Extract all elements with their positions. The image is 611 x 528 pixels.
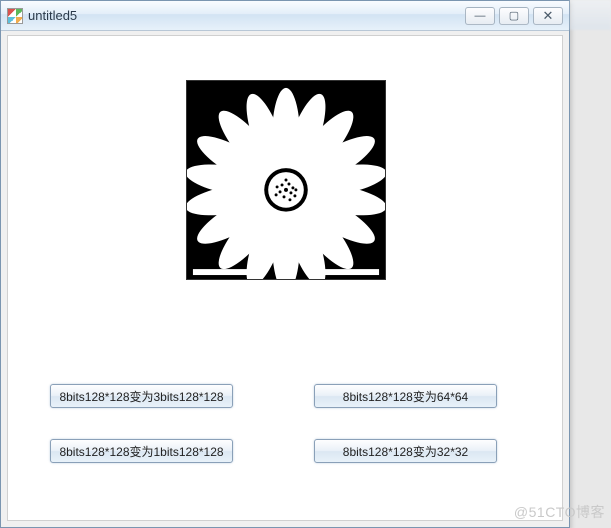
button-8bits-to-1bits[interactable]: 8bits128*128变为1bits128*128 bbox=[50, 439, 233, 463]
matlab-icon bbox=[7, 8, 23, 24]
window-title: untitled5 bbox=[28, 8, 465, 23]
figure-window: untitled5 — ▢ ✕ bbox=[0, 0, 570, 528]
client-area: 8bits128*128变为3bits128*128 8bits128*128变… bbox=[7, 35, 563, 521]
button-8bits-to-64x64[interactable]: 8bits128*128变为64*64 bbox=[314, 384, 497, 408]
watermark-text: @51CTO博客 bbox=[514, 502, 605, 522]
background-blur bbox=[570, 0, 611, 30]
window-controls: — ▢ ✕ bbox=[465, 7, 563, 25]
button-8bits-to-32x32[interactable]: 8bits128*128变为32*32 bbox=[314, 439, 497, 463]
maximize-button[interactable]: ▢ bbox=[499, 7, 529, 25]
close-button[interactable]: ✕ bbox=[533, 7, 563, 25]
button-8bits-to-3bits[interactable]: 8bits128*128变为3bits128*128 bbox=[50, 384, 233, 408]
titlebar[interactable]: untitled5 — ▢ ✕ bbox=[1, 1, 569, 31]
displayed-image bbox=[186, 80, 386, 280]
minimize-button[interactable]: — bbox=[465, 7, 495, 25]
